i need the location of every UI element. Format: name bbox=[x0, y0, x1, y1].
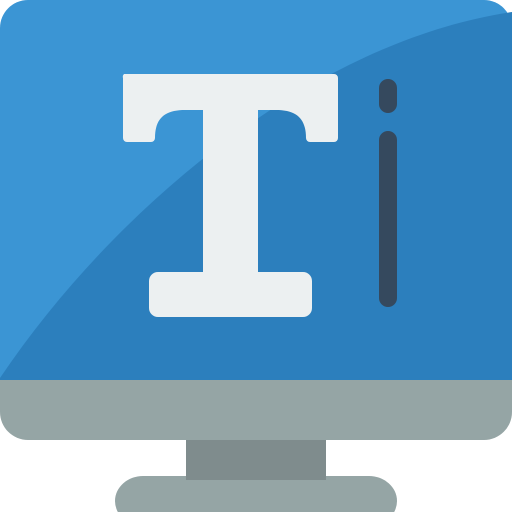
text-editor-monitor-icon bbox=[0, 0, 512, 512]
stand-base bbox=[115, 476, 397, 512]
monitor-bezel bbox=[0, 370, 512, 440]
icon-graphic bbox=[0, 0, 512, 512]
stand-neck bbox=[186, 438, 326, 480]
